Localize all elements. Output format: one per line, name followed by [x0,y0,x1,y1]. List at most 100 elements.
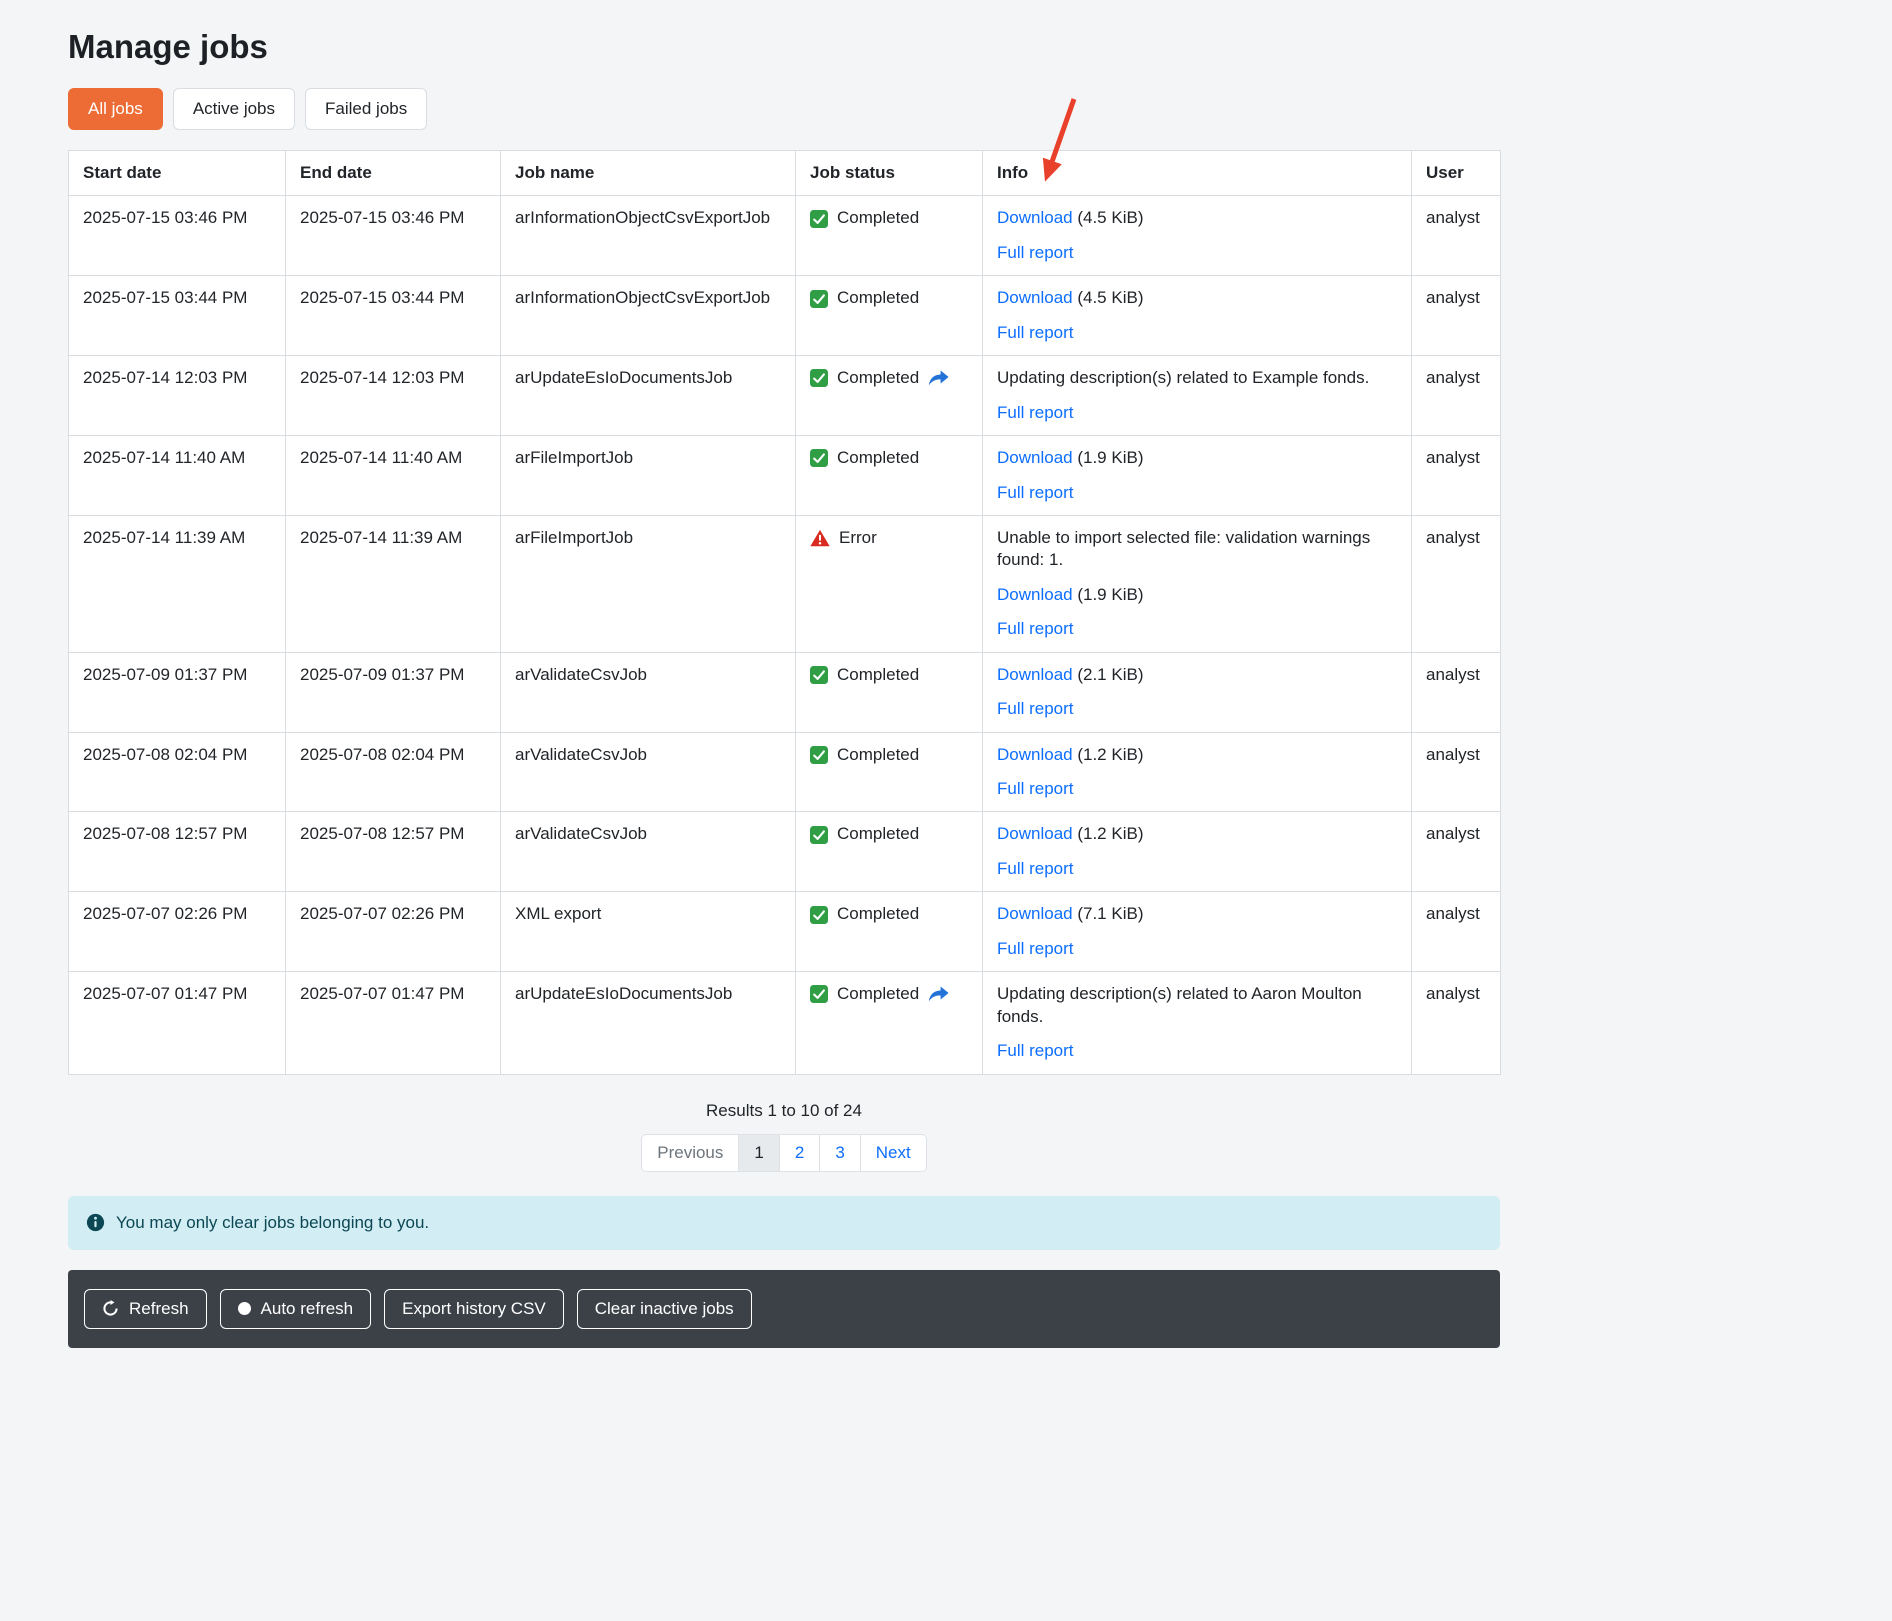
pagination-page-2[interactable]: 2 [779,1134,820,1172]
table-row: 2025-07-08 12:57 PM 2025-07-08 12:57 PM … [69,812,1501,892]
completed-check-icon [810,826,828,844]
download-link[interactable]: Download [997,288,1073,307]
job-name-cell: XML export [501,892,796,972]
start-date-cell: 2025-07-14 12:03 PM [69,356,286,436]
table-row: 2025-07-15 03:46 PM 2025-07-15 03:46 PM … [69,196,1501,276]
info-cell: Download (1.2 KiB) Full report [983,812,1412,892]
job-name-cell: arUpdateEsIoDocumentsJob [501,972,796,1074]
download-size: (4.5 KiB) [1077,288,1143,307]
header-job-status: Job status [796,151,983,196]
status-label: Completed [837,983,919,1005]
page-title: Manage jobs [68,28,1500,66]
job-name-cell: arInformationObjectCsvExportJob [501,196,796,276]
start-date-cell: 2025-07-15 03:46 PM [69,196,286,276]
completed-check-icon [810,369,828,387]
pagination-page-3[interactable]: 3 [819,1134,860,1172]
full-report-link[interactable]: Full report [997,323,1074,342]
download-link[interactable]: Download [997,448,1073,467]
download-size: (1.9 KiB) [1077,585,1143,604]
auto-refresh-button[interactable]: Auto refresh [220,1289,372,1329]
start-date-cell: 2025-07-15 03:44 PM [69,276,286,356]
jobs-table: Start date End date Job name Job status … [68,150,1501,1075]
pagination-next[interactable]: Next [860,1134,927,1172]
start-date-cell: 2025-07-07 02:26 PM [69,892,286,972]
info-message: Unable to import selected file: validati… [997,527,1397,572]
status-label: Completed [837,207,919,229]
info-cell: Download (2.1 KiB) Full report [983,652,1412,732]
info-cell: Updating description(s) related to Examp… [983,356,1412,436]
redirect-arrow-icon [928,370,949,386]
user-cell: analyst [1412,276,1501,356]
info-cell: Unable to import selected file: validati… [983,515,1412,652]
job-name-cell: arValidateCsvJob [501,812,796,892]
tab-all-jobs[interactable]: All jobs [68,88,163,130]
job-name-cell: arValidateCsvJob [501,652,796,732]
bottom-toolbar: Refresh Auto refresh Export history CSV … [68,1270,1500,1348]
download-size: (1.2 KiB) [1077,824,1143,843]
full-report-link[interactable]: Full report [997,859,1074,878]
download-size: (2.1 KiB) [1077,665,1143,684]
download-link[interactable]: Download [997,585,1073,604]
table-row: 2025-07-15 03:44 PM 2025-07-15 03:44 PM … [69,276,1501,356]
header-info: Info [983,151,1412,196]
job-filter-tabs: All jobs Active jobs Failed jobs [68,88,1500,130]
completed-check-icon [810,985,828,1003]
header-end-date: End date [286,151,501,196]
completed-check-icon [810,210,828,228]
job-status-cell: Completed [796,812,983,892]
full-report-link[interactable]: Full report [997,403,1074,422]
download-link[interactable]: Download [997,904,1073,923]
job-status-cell: Completed [796,652,983,732]
info-banner: You may only clear jobs belonging to you… [68,1196,1500,1250]
user-cell: analyst [1412,436,1501,516]
header-user: User [1412,151,1501,196]
status-label: Completed [837,903,919,925]
start-date-cell: 2025-07-07 01:47 PM [69,972,286,1074]
user-cell: analyst [1412,652,1501,732]
export-history-csv-button[interactable]: Export history CSV [384,1289,564,1329]
pagination-previous[interactable]: Previous [641,1134,739,1172]
full-report-link[interactable]: Full report [997,483,1074,502]
full-report-link[interactable]: Full report [997,939,1074,958]
record-dot-icon [238,1302,251,1315]
job-name-cell: arFileImportJob [501,436,796,516]
results-summary: Results 1 to 10 of 24 [68,1101,1500,1121]
info-circle-icon [86,1213,105,1232]
completed-check-icon [810,449,828,467]
full-report-link[interactable]: Full report [997,619,1074,638]
user-cell: analyst [1412,812,1501,892]
download-link[interactable]: Download [997,208,1073,227]
job-status-cell: Completed [796,732,983,812]
end-date-cell: 2025-07-08 12:57 PM [286,812,501,892]
job-name-cell: arUpdateEsIoDocumentsJob [501,356,796,436]
full-report-link[interactable]: Full report [997,1041,1074,1060]
job-name-cell: arInformationObjectCsvExportJob [501,276,796,356]
info-cell: Download (7.1 KiB) Full report [983,892,1412,972]
table-row: 2025-07-14 11:40 AM 2025-07-14 11:40 AM … [69,436,1501,516]
refresh-button[interactable]: Refresh [84,1289,207,1329]
completed-check-icon [810,290,828,308]
end-date-cell: 2025-07-14 11:39 AM [286,515,501,652]
table-row: 2025-07-09 01:37 PM 2025-07-09 01:37 PM … [69,652,1501,732]
header-start-date: Start date [69,151,286,196]
end-date-cell: 2025-07-15 03:44 PM [286,276,501,356]
full-report-link[interactable]: Full report [997,699,1074,718]
full-report-link[interactable]: Full report [997,779,1074,798]
download-link[interactable]: Download [997,745,1073,764]
pagination-page-1[interactable]: 1 [738,1134,779,1172]
download-link[interactable]: Download [997,665,1073,684]
info-cell: Download (4.5 KiB) Full report [983,276,1412,356]
end-date-cell: 2025-07-07 02:26 PM [286,892,501,972]
full-report-link[interactable]: Full report [997,243,1074,262]
clear-inactive-jobs-button[interactable]: Clear inactive jobs [577,1289,752,1329]
table-row: 2025-07-08 02:04 PM 2025-07-08 02:04 PM … [69,732,1501,812]
tab-failed-jobs[interactable]: Failed jobs [305,88,427,130]
info-message: Updating description(s) related to Aaron… [997,983,1397,1028]
download-link[interactable]: Download [997,824,1073,843]
tab-active-jobs[interactable]: Active jobs [173,88,295,130]
table-row: 2025-07-07 02:26 PM 2025-07-07 02:26 PM … [69,892,1501,972]
completed-check-icon [810,906,828,924]
info-cell: Download (1.2 KiB) Full report [983,732,1412,812]
status-label: Completed [837,287,919,309]
job-name-cell: arValidateCsvJob [501,732,796,812]
